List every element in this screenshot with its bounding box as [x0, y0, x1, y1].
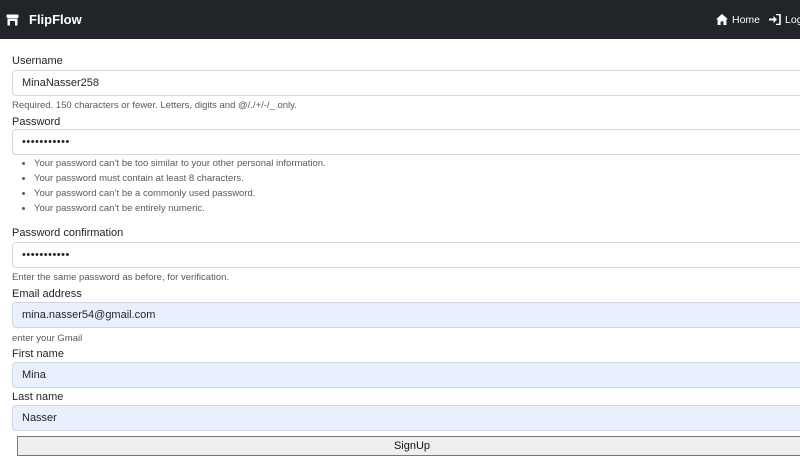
password-rule: Your password must contain at least 8 ch… — [34, 171, 326, 186]
last-name-input[interactable]: Nasser — [12, 405, 800, 431]
password-rules: Your password can’t be too similar to yo… — [22, 156, 326, 216]
password-rule: Your password can’t be entirely numeric. — [34, 201, 326, 216]
password-rule: Your password can’t be too similar to yo… — [34, 156, 326, 171]
nav-links: Home Login — [716, 0, 800, 39]
username-help: Required. 150 characters or fewer. Lette… — [12, 100, 297, 111]
first-name-input[interactable]: Mina — [12, 362, 800, 388]
password-confirmation-input[interactable]: ••••••••••• — [12, 242, 800, 268]
email-input[interactable]: mina.nasser54@gmail.com — [12, 302, 800, 328]
nav-link-login-label[interactable]: Login — [785, 14, 800, 26]
signup-button[interactable]: SignUp — [17, 436, 800, 456]
email-label: Email address — [12, 288, 82, 300]
password-input[interactable]: ••••••••••• — [12, 129, 800, 155]
shop-icon — [6, 14, 19, 26]
password-label: Password — [12, 116, 61, 128]
brand[interactable]: FlipFlow — [6, 12, 82, 27]
nav-link-home-label[interactable]: Home — [732, 14, 760, 26]
password-rule: Your password can’t be a commonly used p… — [34, 186, 326, 201]
last-name-label: Last name — [12, 391, 64, 403]
top-navbar: FlipFlow Home Login — [0, 0, 800, 39]
password-confirmation-help: Enter the same password as before, for v… — [12, 272, 230, 283]
nav-link-home[interactable]: Home — [716, 14, 760, 26]
email-help: enter your Gmail — [12, 333, 83, 344]
first-name-label: First name — [12, 348, 64, 360]
username-label: Username — [12, 55, 63, 67]
home-icon — [716, 14, 728, 25]
username-input[interactable]: MinaNasser258 — [12, 70, 800, 96]
nav-link-login[interactable]: Login — [769, 14, 800, 26]
login-icon — [769, 14, 781, 25]
brand-name[interactable]: FlipFlow — [29, 12, 82, 27]
password-confirmation-label: Password confirmation — [12, 227, 124, 239]
